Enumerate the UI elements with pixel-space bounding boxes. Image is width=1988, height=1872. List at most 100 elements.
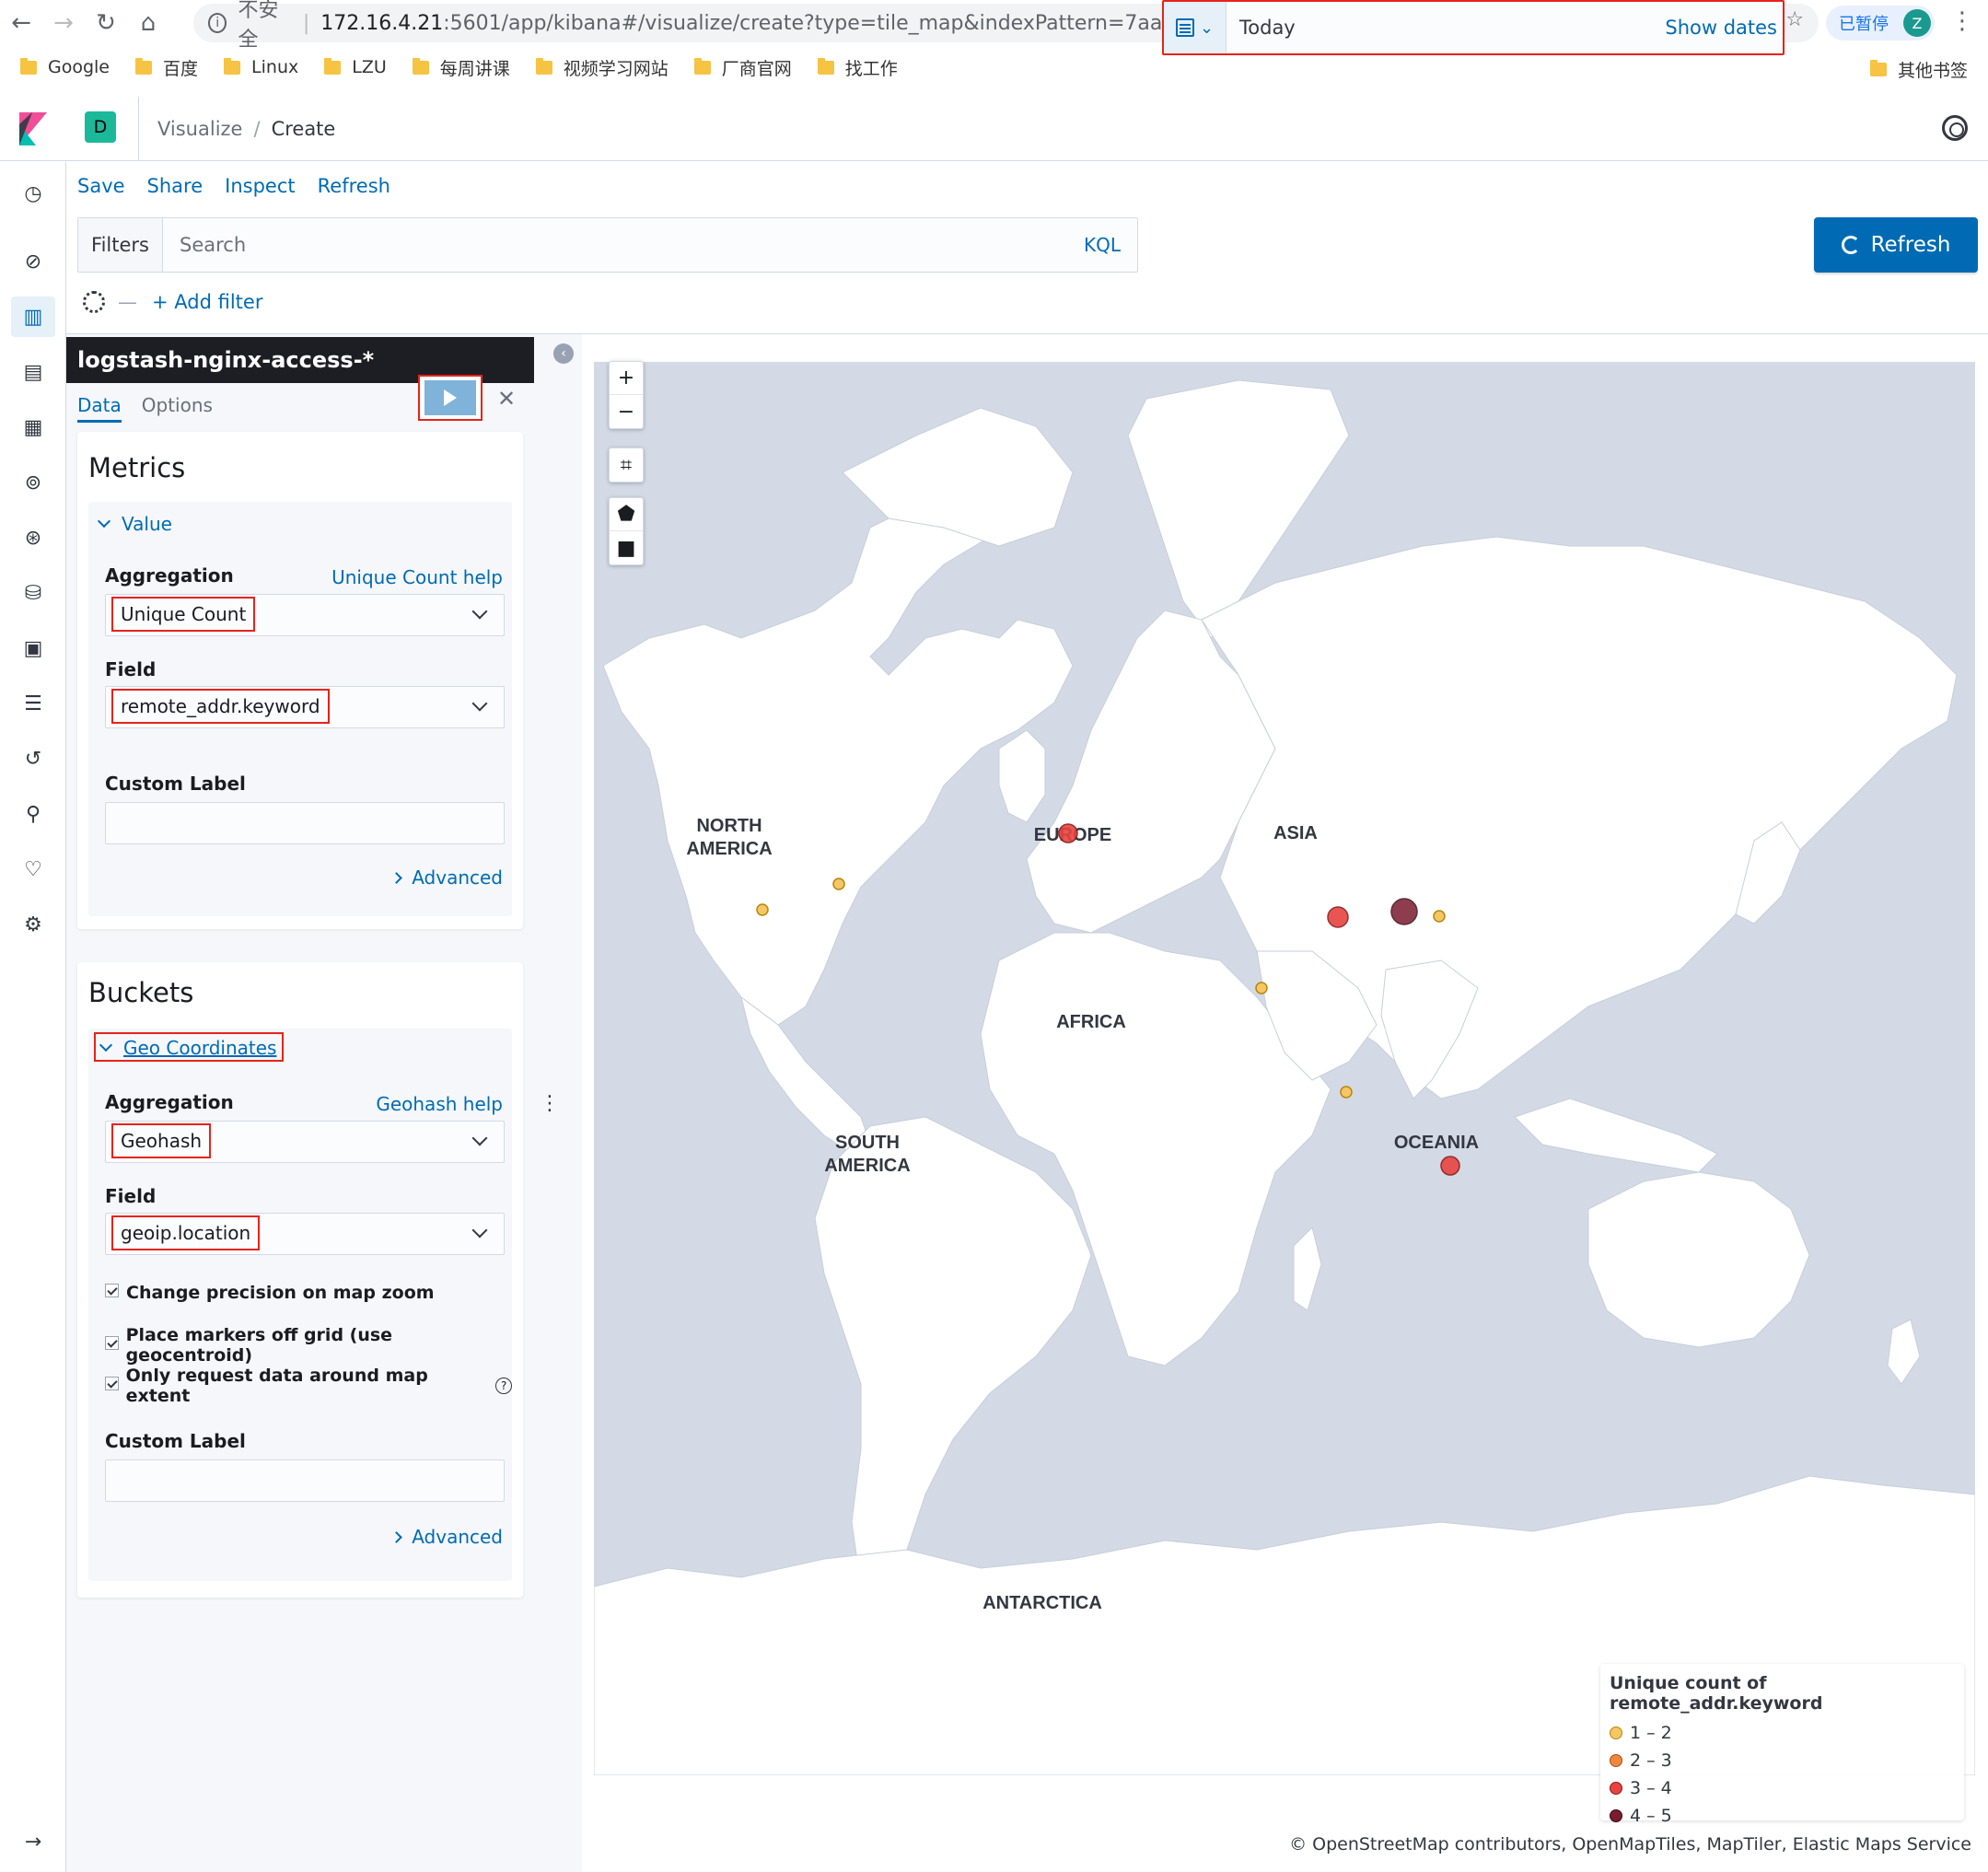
apm-icon[interactable]: ☰ (20, 691, 46, 716)
metric-field-select[interactable]: remote_addr.keyword (105, 686, 505, 728)
breadcrumb-visualize[interactable]: Visualize (157, 118, 242, 140)
metric-custom-label-input[interactable] (105, 802, 505, 844)
filters-label: Filters (78, 218, 163, 272)
refresh-icon (1841, 236, 1860, 254)
map-attribution[interactable]: © OpenStreetMap contributors, OpenMapTil… (1289, 1834, 1971, 1855)
bookmark-label: 找工作 (844, 58, 898, 79)
checkbox-checked[interactable] (105, 1283, 119, 1297)
checkbox-map-extent[interactable]: Only request data around map extent ? (105, 1366, 512, 1406)
add-filter-link[interactable]: + Add filter (152, 291, 262, 313)
zoom-out-icon[interactable]: − (610, 395, 643, 428)
checkbox-geocentroid[interactable]: Place markers off grid (use geocentroid) (105, 1325, 512, 1366)
world-map[interactable]: NORTH AMERICA EUROPE ASIA AFRICA SOUTH A… (594, 362, 1975, 1775)
marker-us-central[interactable] (756, 903, 769, 916)
bookmark-jobs[interactable]: 找工作 (817, 55, 898, 80)
refresh-link[interactable]: Refresh (318, 175, 390, 197)
marker-indonesia[interactable] (1340, 1086, 1353, 1099)
draw-polygon-icon[interactable]: ⬟ (610, 498, 643, 531)
map-canvas[interactable]: NORTH AMERICA EUROPE ASIA AFRICA SOUTH A… (594, 362, 1975, 1775)
legend-item: 2 – 3 (1610, 1747, 1955, 1774)
browser-menu-icon[interactable]: ⋮ (1950, 7, 1974, 35)
marker-china-east[interactable] (1390, 898, 1418, 925)
reload-icon[interactable]: ↻ (85, 2, 127, 44)
show-dates-link[interactable]: Show dates (1665, 17, 1783, 39)
marker-us-east[interactable] (832, 878, 845, 890)
space-avatar[interactable]: D (85, 111, 116, 143)
tab-data[interactable]: Data (77, 394, 122, 423)
uptime-icon[interactable]: ↺ (20, 746, 46, 772)
draw-rectangle-icon[interactable]: ■ (610, 531, 643, 564)
marker-china-west[interactable] (1327, 906, 1349, 928)
filter-settings-gear-icon[interactable] (83, 291, 105, 313)
metric-advanced-toggle[interactable]: Advanced (390, 866, 503, 889)
tab-options[interactable]: Options (142, 394, 213, 423)
vis-editor-sidebar: logstash-nginx-access-* Data Options ✕ M… (66, 334, 534, 1872)
quick-menu-button[interactable]: ⌄ (1164, 2, 1227, 53)
geohash-help-link[interactable]: Geohash help (376, 1093, 503, 1115)
canvas-icon[interactable]: ▦ (20, 414, 46, 440)
buckets-title: Buckets (88, 977, 194, 1008)
management-gear-icon[interactable]: ⚙ (20, 912, 46, 937)
maps-icon[interactable]: ⊚ (20, 470, 46, 495)
bookmark-weekly[interactable]: 每周讲课 (412, 55, 510, 80)
discover-compass-icon[interactable]: ⊘ (20, 249, 46, 274)
checkbox-precision[interactable]: Change precision on map zoom (105, 1283, 435, 1303)
forward-icon[interactable]: → (42, 2, 85, 44)
inspect-link[interactable]: Inspect (225, 175, 295, 197)
checkbox-checked[interactable] (105, 1376, 119, 1390)
marker-japan[interactable] (1433, 910, 1446, 923)
logs-icon[interactable]: ▣ (20, 635, 46, 661)
info-icon[interactable]: i (208, 13, 227, 33)
visualize-chart-icon[interactable]: ▥ (20, 304, 46, 330)
kibana-logo-icon[interactable] (0, 97, 66, 161)
star-icon[interactable]: ☆ (1785, 8, 1804, 38)
geo-coordinates-toggle[interactable]: Geo Coordinates (94, 1032, 285, 1062)
zoom-in-icon[interactable]: + (610, 362, 643, 395)
marker-europe[interactable] (1058, 823, 1078, 843)
devtools-icon[interactable]: ⚲ (20, 801, 46, 827)
home-icon[interactable]: ⌂ (127, 2, 169, 44)
bucket-field-select[interactable]: geoip.location (105, 1213, 505, 1255)
kql-toggle[interactable]: KQL (1084, 234, 1137, 256)
help-menu-icon[interactable] (1942, 115, 1968, 141)
save-link[interactable]: Save (77, 175, 125, 197)
bucket-custom-label-input[interactable] (105, 1459, 505, 1502)
profile-paused[interactable]: 已暂停 Z (1826, 6, 1935, 41)
bookmark-google[interactable]: Google (20, 57, 110, 77)
crop-icon[interactable]: ⌗ (610, 448, 643, 482)
filter-row: — + Add filter (83, 291, 262, 313)
bookmark-lzu[interactable]: LZU (324, 57, 387, 77)
refresh-button[interactable]: Refresh (1814, 217, 1978, 273)
metric-aggregation-select[interactable]: Unique Count (105, 594, 505, 636)
infrastructure-icon[interactable]: ⛁ (20, 580, 46, 606)
apply-changes-button[interactable] (418, 375, 482, 421)
discard-close-icon[interactable]: ✕ (497, 386, 516, 412)
share-link[interactable]: Share (147, 175, 203, 197)
bookmark-baidu[interactable]: 百度 (135, 55, 198, 80)
collapse-sidebar-icon[interactable]: ‹ (553, 343, 574, 364)
bookmark-vendor[interactable]: 厂商官网 (693, 55, 792, 80)
marker-australia[interactable] (1440, 1156, 1460, 1176)
recent-clock-icon[interactable]: ◷ (20, 180, 46, 206)
bookmark-linux[interactable]: Linux (224, 57, 298, 77)
expand-arrow-icon[interactable]: → (20, 1829, 46, 1855)
dashboard-icon[interactable]: ▤ (20, 359, 46, 385)
bookmark-video[interactable]: 视频学习网站 (535, 55, 668, 80)
search-input[interactable] (163, 218, 1084, 272)
drag-handle-icon[interactable]: ⋮ (540, 1092, 560, 1115)
monitoring-icon[interactable]: ♡ (20, 856, 46, 882)
bucket-aggregation-select[interactable]: Geohash (105, 1121, 505, 1163)
metrics-title: Metrics (88, 452, 186, 483)
date-value[interactable]: Today (1227, 17, 1665, 39)
unique-count-help-link[interactable]: Unique Count help (331, 566, 503, 588)
other-bookmarks[interactable]: 其他书签 (1869, 57, 1968, 82)
query-bar: Filters KQL (77, 217, 1138, 273)
checkbox-checked[interactable] (105, 1335, 119, 1350)
marker-india[interactable] (1255, 982, 1268, 994)
question-icon[interactable]: ? (495, 1378, 512, 1394)
custom-label-label: Custom Label (105, 1430, 246, 1452)
metric-value-toggle[interactable]: Value (97, 513, 172, 535)
ml-icon[interactable]: ⊛ (20, 525, 46, 551)
back-icon[interactable]: ← (0, 2, 42, 44)
bucket-advanced-toggle[interactable]: Advanced (390, 1526, 503, 1548)
